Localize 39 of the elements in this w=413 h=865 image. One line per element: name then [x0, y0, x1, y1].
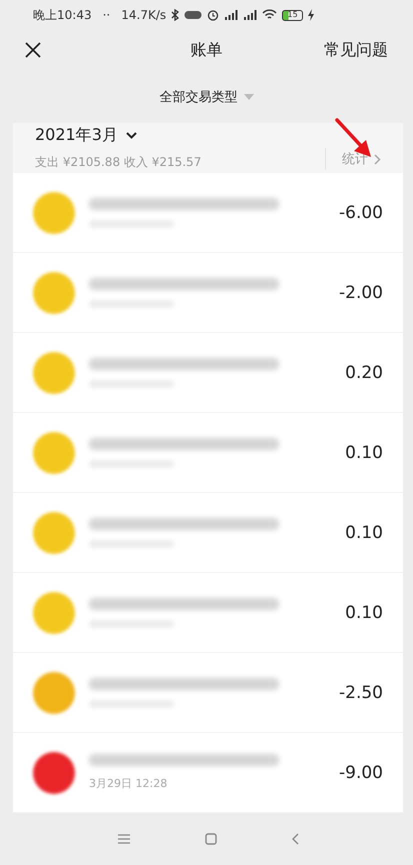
transaction-amount: 0.10 — [345, 602, 383, 622]
wifi-icon — [262, 9, 278, 21]
dropdown-caret-icon — [244, 94, 254, 100]
home-icon — [204, 833, 216, 845]
toggle-icon — [184, 10, 202, 20]
transaction-row[interactable]: 0.10 — [13, 573, 403, 653]
transaction-amount: 0.20 — [345, 362, 383, 382]
transaction-time: 3月29日 12:28 — [89, 776, 168, 791]
page-title: 账单 — [190, 40, 222, 60]
transaction-amount: -6.00 — [339, 202, 383, 222]
help-link[interactable]: 常见问题 — [324, 40, 388, 60]
charging-icon — [308, 9, 314, 21]
signal-icon — [224, 9, 238, 21]
transaction-row[interactable]: -6.00 — [13, 173, 403, 253]
month-selector[interactable]: 2021年3月 — [35, 125, 202, 146]
network-speed: 14.7K/s — [121, 8, 166, 22]
close-icon — [25, 42, 41, 58]
transaction-row[interactable]: 0.10 — [13, 413, 403, 493]
bluetooth-icon — [171, 9, 180, 21]
transaction-row[interactable]: -2.00 — [13, 253, 403, 333]
alarm-icon — [207, 9, 220, 21]
chevron-right-icon — [374, 154, 381, 164]
transaction-amount: 0.10 — [345, 522, 383, 542]
transaction-row[interactable]: 0.20 — [13, 333, 403, 413]
transaction-row[interactable]: -2.50 — [13, 653, 403, 733]
transaction-row[interactable]: 0.10 — [13, 493, 403, 573]
transaction-amount: 0.10 — [345, 442, 383, 462]
back-icon — [292, 833, 298, 845]
transaction-amount: -2.00 — [339, 282, 383, 302]
transaction-amount: -9.00 — [339, 762, 383, 782]
chevron-down-icon — [126, 132, 137, 139]
notification-dots: ·· — [102, 8, 110, 22]
transaction-row[interactable]: 3月29日 12:28 -9.00 — [13, 733, 403, 813]
signal-icon — [243, 9, 258, 21]
menu-icon — [118, 834, 130, 844]
transaction-amount: -2.50 — [339, 682, 383, 702]
type-filter-dropdown[interactable]: 全部交易类型 — [158, 86, 256, 108]
month-summary: 支出 ¥2105.88 收入 ¥215.57 — [35, 154, 202, 171]
clock-time: 晚上10:43 — [33, 6, 92, 24]
